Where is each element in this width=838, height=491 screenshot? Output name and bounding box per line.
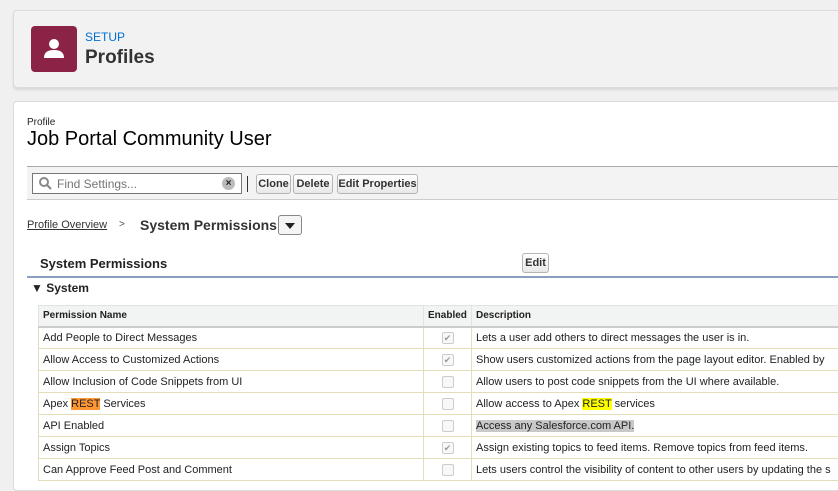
toolbar: × Clone Delete Edit Properties xyxy=(27,166,838,200)
enabled-cell xyxy=(424,459,472,481)
find-settings-search[interactable]: × xyxy=(32,173,242,194)
search-icon xyxy=(39,177,52,190)
page-title: Profiles xyxy=(85,47,155,69)
permission-name: Allow Access to Customized Actions xyxy=(39,349,424,371)
profile-label: Profile xyxy=(27,117,55,128)
section-dropdown-button[interactable] xyxy=(278,215,302,235)
breadcrumb-separator: > xyxy=(119,219,125,230)
system-group-toggle[interactable]: ▼ System xyxy=(31,281,89,295)
permission-description: Access any Salesforce.com API. xyxy=(472,415,838,437)
enabled-cell xyxy=(424,393,472,415)
permission-name: API Enabled xyxy=(39,415,424,437)
table-row: API Enabled Access any Salesforce.com AP… xyxy=(39,415,838,437)
edit-button[interactable]: Edit xyxy=(522,253,549,273)
user-icon xyxy=(31,26,77,72)
name-text: Can Approve Feed Post and Comment xyxy=(43,464,232,476)
table-row: Apex REST Services Allow access to Apex … xyxy=(39,393,838,415)
clear-icon[interactable]: × xyxy=(222,177,235,190)
table-row: Assign Topics ✔ Assign existing topics t… xyxy=(39,437,838,459)
permission-description: Lets users control the visibility of con… xyxy=(472,459,838,481)
permission-name: Apex REST Services xyxy=(39,393,424,415)
permissions-table: Permission Name Enabled Description Add … xyxy=(38,305,838,481)
name-text: Services xyxy=(100,398,145,410)
enabled-cell xyxy=(424,415,472,437)
name-text: Allow Access to Customized Actions xyxy=(43,354,219,366)
column-header-description: Description xyxy=(472,306,838,327)
clone-button[interactable]: Clone xyxy=(256,174,291,194)
unchecked-checkbox xyxy=(442,464,454,476)
setup-label[interactable]: SETUP xyxy=(85,30,125,44)
triangle-down-icon: ▼ xyxy=(31,281,43,295)
name-text: Allow Inclusion of Code Snippets from UI xyxy=(43,376,242,388)
profile-name: Job Portal Community User xyxy=(27,128,272,151)
checked-checkbox: ✔ xyxy=(442,354,454,366)
permission-description: Allow access to Apex REST services xyxy=(472,393,838,415)
description-text: Allow users to post code snippets from t… xyxy=(476,376,779,388)
breadcrumb-profile-overview[interactable]: Profile Overview xyxy=(27,219,107,231)
permission-description: Show users customized actions from the p… xyxy=(472,349,838,371)
name-text: Assign Topics xyxy=(43,442,110,454)
checked-checkbox: ✔ xyxy=(442,332,454,344)
table-row: Allow Inclusion of Code Snippets from UI… xyxy=(39,371,838,393)
description-text: services xyxy=(612,398,655,410)
unchecked-checkbox xyxy=(442,398,454,410)
table-row: Allow Access to Customized Actions ✔ Sho… xyxy=(39,349,838,371)
description-text: Allow access to Apex xyxy=(476,398,582,410)
unchecked-checkbox xyxy=(442,376,454,388)
group-label: System xyxy=(46,281,89,295)
search-highlight: REST xyxy=(71,398,100,410)
delete-button[interactable]: Delete xyxy=(293,174,333,194)
section-divider xyxy=(27,276,838,278)
permission-name: Assign Topics xyxy=(39,437,424,459)
permission-name: Can Approve Feed Post and Comment xyxy=(39,459,424,481)
unchecked-checkbox xyxy=(442,420,454,432)
toolbar-divider xyxy=(247,176,248,192)
description-text: Lets a user add others to direct message… xyxy=(476,332,749,344)
permission-description: Allow users to post code snippets from t… xyxy=(472,371,838,393)
find-settings-input[interactable] xyxy=(57,177,217,191)
column-header-name: Permission Name xyxy=(39,306,424,327)
permission-description: Lets a user add others to direct message… xyxy=(472,327,838,349)
enabled-cell: ✔ xyxy=(424,327,472,349)
page-header: SETUP Profiles xyxy=(13,10,838,88)
description-text: Lets users control the visibility of con… xyxy=(476,464,831,476)
name-text: Apex xyxy=(43,398,71,410)
column-header-enabled: Enabled xyxy=(424,306,472,327)
name-text: Add People to Direct Messages xyxy=(43,332,197,344)
table-row: Can Approve Feed Post and Comment Lets u… xyxy=(39,459,838,481)
enabled-cell xyxy=(424,371,472,393)
description-text: Show users customized actions from the p… xyxy=(476,354,825,366)
profile-detail: Profile Job Portal Community User × Clon… xyxy=(13,101,838,491)
description-text: Assign existing topics to feed items. Re… xyxy=(476,442,808,454)
selected-text: Access any Salesforce.com API. xyxy=(476,420,634,432)
section-title: System Permissions xyxy=(40,256,167,271)
name-text: API Enabled xyxy=(43,420,104,432)
table-row: Add People to Direct Messages ✔ Lets a u… xyxy=(39,327,838,349)
edit-properties-button[interactable]: Edit Properties xyxy=(337,174,418,194)
enabled-cell: ✔ xyxy=(424,437,472,459)
search-highlight: REST xyxy=(582,398,611,410)
permission-description: Assign existing topics to feed items. Re… xyxy=(472,437,838,459)
breadcrumb-current: System Permissions xyxy=(140,217,277,233)
enabled-cell: ✔ xyxy=(424,349,472,371)
permission-name: Allow Inclusion of Code Snippets from UI xyxy=(39,371,424,393)
checked-checkbox: ✔ xyxy=(442,442,454,454)
permission-name: Add People to Direct Messages xyxy=(39,327,424,349)
